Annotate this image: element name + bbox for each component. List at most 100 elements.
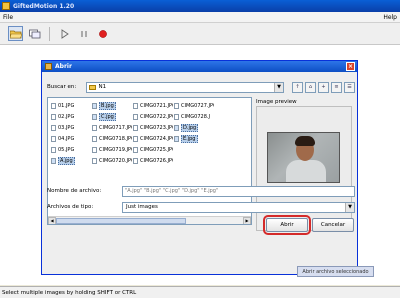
open-images-button[interactable] [8,26,23,41]
file-item[interactable]: CIMG0721.JPG [132,100,173,111]
filetype-select[interactable]: Just images ▼ [122,201,355,213]
file-name: CIMG0719.JPG [99,146,132,153]
files-grid: 01.JPG 02.JPG 03.JPG 04.JPG 05.JPG A.jpg B.jpg… [50,100,251,166]
toolbar [0,23,400,45]
file-item[interactable]: CIMG0725.JPG [132,144,173,155]
file-name: E.jpg [181,134,198,143]
close-icon[interactable]: × [346,62,355,71]
horizontal-scrollbar[interactable]: ◀ ▶ [48,216,251,224]
file-name: B.jpg [99,101,116,110]
file-name: 03.JPG [58,124,75,131]
photo-body [286,160,326,182]
pause-icon [80,30,87,37]
filetype-label: Archivos de tipo: [47,204,94,210]
app-title: GiftedMotion 1.20 [13,2,75,10]
image-file-icon [51,102,56,109]
app-logo-icon [2,2,10,10]
file-name: CIMG0722.JPG [140,113,173,120]
file-name: 02.JPG [58,113,75,120]
frames-button[interactable] [27,26,42,41]
file-item[interactable]: 03.JPG [50,122,91,133]
navigation-buttons: ↑ ⌂ + ≡ ☰ [292,81,355,93]
file-name: 05.JPG [58,146,75,153]
cancel-button[interactable]: Cancelar [312,218,354,232]
image-file-icon [51,124,56,131]
file-item[interactable]: C.jpg [91,111,132,122]
menu-help[interactable]: Help [383,14,397,21]
folder-icon [89,84,97,90]
image-file-icon [51,135,56,142]
menu-file[interactable]: File [3,14,13,21]
file-item[interactable]: 04.JPG [50,133,91,144]
file-item[interactable]: CIMG0723.JPG [132,122,173,133]
filename-row: Nombre de archivo: "A.jpg" "B.jpg" "C.jp… [47,185,355,197]
file-name: CIMG0718.JPG [99,135,132,142]
image-file-icon [133,102,138,109]
look-in-select[interactable]: N1 ▼ [86,81,284,93]
file-item[interactable]: D.jpg [173,122,214,133]
frames-icon [28,29,40,38]
file-item[interactable]: CIMG0724.JPG [132,133,173,144]
up-folder-icon[interactable]: ↑ [292,81,303,93]
filename-label: Nombre de archivo: [47,188,102,194]
image-file-icon [51,113,56,120]
details-view-icon[interactable]: ☰ [344,81,355,93]
pause-button[interactable] [76,26,91,41]
scroll-track[interactable] [56,217,243,224]
filename-input[interactable]: "A.jpg" "B.jpg" "C.jpg" "D.jpg" "E.jpg" [122,185,355,197]
image-file-icon [92,124,97,131]
file-item[interactable]: CIMG0727.JPG [173,100,214,111]
file-item[interactable]: CIMG0726.JPG [132,155,173,166]
image-file-icon [51,157,56,164]
statusbar: Select multiple images by holding SHIFT … [0,286,400,298]
status-text: Select multiple images by holding SHIFT … [2,289,137,296]
dialog-app-icon [45,63,52,70]
image-file-icon [51,146,56,153]
file-name: C.jpg [99,112,116,121]
file-item[interactable]: E.jpg [173,133,214,144]
preview-photo [267,132,340,183]
image-file-icon [174,135,179,142]
file-item[interactable]: CIMG0717.JPG [91,122,132,133]
image-file-icon [92,135,97,142]
file-name: CIMG0727.JPG [181,102,214,109]
record-icon [98,29,107,38]
scroll-right-icon[interactable]: ▶ [243,216,251,224]
image-file-icon [133,157,138,164]
open-button[interactable]: Abrir [263,215,311,235]
new-folder-icon[interactable]: + [318,81,329,93]
image-file-icon [174,124,179,131]
file-item[interactable]: CIMG0718.JPG [91,133,132,144]
file-item[interactable]: 05.JPG [50,144,91,155]
play-icon [61,28,69,39]
image-file-icon [174,102,179,109]
chevron-down-icon[interactable]: ▼ [345,202,354,212]
scroll-left-icon[interactable]: ◀ [48,216,56,224]
play-button[interactable] [57,26,72,41]
image-file-icon [92,157,97,164]
file-item[interactable]: A.jpg [50,155,91,166]
dialog-titlebar: Abrir × [42,61,357,72]
record-button[interactable] [95,26,110,41]
open-button-tooltip: Abrir archivo seleccionado [297,266,374,277]
image-file-icon [133,113,138,120]
file-item[interactable]: CIMG0722.JPG [132,111,173,122]
scroll-thumb[interactable] [56,217,186,224]
file-item[interactable]: CIMG0720.JPG [91,155,132,166]
chevron-down-icon[interactable]: ▼ [274,82,283,92]
home-folder-icon[interactable]: ⌂ [305,81,316,93]
file-name: CIMG0724.JPG [140,135,173,142]
file-item[interactable]: 02.JPG [50,111,91,122]
file-item[interactable]: CIMG0728.J [173,111,214,122]
file-item[interactable]: B.jpg [91,100,132,111]
open-dialog: Abrir × Buscar en: N1 ▼ ↑ ⌂ + ≡ ☰ 01.JPG… [41,60,358,275]
image-file-icon [133,146,138,153]
toolbar-separator [49,26,50,41]
file-item[interactable]: CIMG0719.JPG [91,144,132,155]
list-view-icon[interactable]: ≡ [331,81,342,93]
photo-hair [295,136,315,146]
file-item[interactable]: 01.JPG [50,100,91,111]
file-name: CIMG0717.JPG [99,124,132,131]
preview-label: Image preview [256,99,297,105]
file-name: CIMG0721.JPG [140,102,173,109]
